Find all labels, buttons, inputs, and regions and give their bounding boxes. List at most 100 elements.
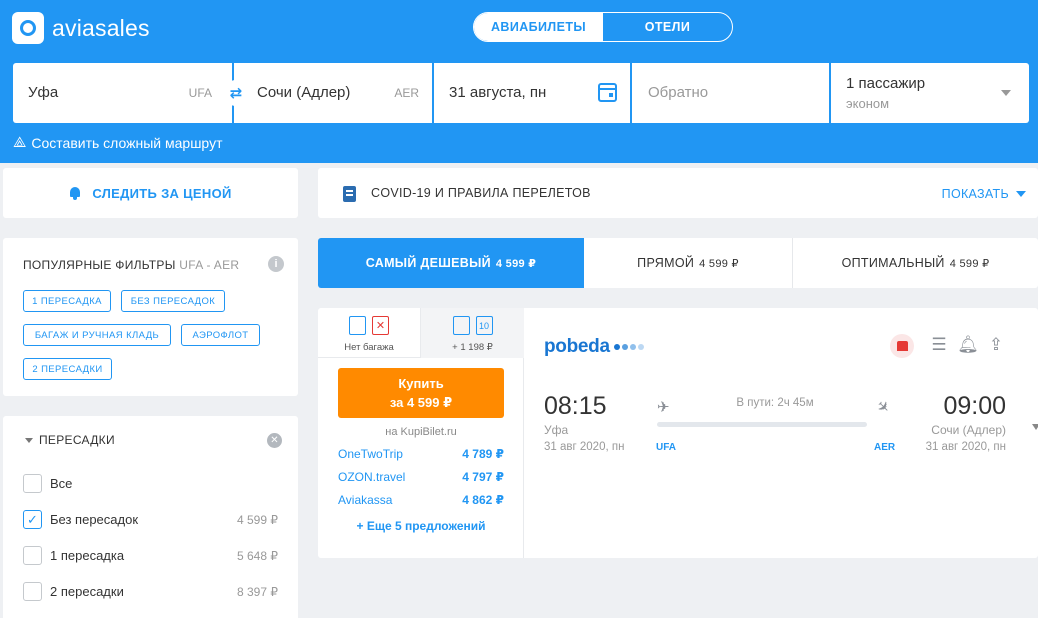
logo-text: aviasales [52, 14, 150, 41]
logo-icon [12, 12, 44, 44]
tab-label: САМЫЙ ДЕШЕВЫЙ [365, 256, 491, 270]
depart-date-field[interactable]: 31 августа, пн [434, 63, 632, 123]
chip-baggage[interactable]: БАГАЖ И РУЧНАЯ КЛАДЬ [23, 324, 171, 346]
passengers-count: 1 пассажир [846, 75, 926, 92]
chevron-down-icon [25, 437, 33, 443]
ticket-offers: ✕ Нет багажа 10 + 1 198 ₽ Купить за 4 59… [318, 308, 524, 558]
header: aviasales АВИАБИЛЕТЫ ОТЕЛИ Уфа UFA ⇄ Соч… [0, 0, 1038, 163]
landing-icon: ✈ [872, 396, 894, 418]
more-offers-link[interactable]: + Еще 5 предложений [318, 519, 524, 533]
baggage-option-10kg[interactable]: 10 + 1 198 ₽ [420, 308, 524, 358]
complex-route-label: Составить сложный маршрут [31, 134, 223, 151]
tab-cheapest[interactable]: САМЫЙ ДЕШЕВЫЙ 4 599 ₽ [318, 238, 584, 288]
tab-price: 4 599 ₽ [949, 257, 990, 270]
seller-label: на KupiBilet.ru [385, 426, 457, 438]
tab-price: 4 599 ₽ [699, 257, 739, 270]
arrival-date: 31 авг 2020, пн [925, 441, 1006, 453]
sort-tabs: САМЫЙ ДЕШЕВЫЙ 4 599 ₽ ПРЯМОЙ 4 599 ₽ ОПТ… [318, 238, 1038, 288]
calendar-icon[interactable] [598, 83, 617, 102]
arrival-time: 09:00 [943, 392, 1006, 420]
checkbox[interactable] [23, 474, 42, 493]
tab-direct[interactable]: ПРЯМОЙ 4 599 ₽ [584, 238, 792, 288]
hand-luggage-icon [452, 316, 470, 335]
depart-date: 31 августа, пн [449, 84, 547, 101]
takeoff-icon: ✈ [657, 399, 670, 416]
buy-button[interactable]: Купить за 4 599 ₽ [338, 368, 504, 418]
checkbox[interactable] [23, 582, 42, 601]
tab-optimal[interactable]: ОПТИМАЛЬНЫЙ 4 599 ₽ [792, 238, 1038, 288]
add-to-list-icon[interactable]: ☰ [929, 334, 949, 356]
chevron-down-icon[interactable] [1032, 424, 1038, 430]
chevron-down-icon [1001, 90, 1011, 96]
agency-price: 4 862 ₽ [462, 493, 504, 507]
popular-filters-route: UFA - AER [179, 258, 240, 272]
option-label: 2 пересадки [50, 584, 124, 599]
flight-details: pobeda ☰ 🔔︎ ⇪ 08:15 09:00 ✈ В пути: 2ч 4… [525, 308, 1038, 558]
destination-city: Сочи (Адлер) [257, 84, 351, 101]
destination-code: AER [394, 86, 419, 100]
departure-city: Уфа [544, 423, 569, 437]
checkbox[interactable] [23, 546, 42, 565]
option-price: 8 397 ₽ [237, 585, 278, 599]
chevron-down-icon [1016, 191, 1026, 197]
close-icon[interactable]: ✕ [267, 433, 282, 448]
option-label: 1 пересадка [50, 548, 125, 563]
return-placeholder: Обратно [648, 84, 709, 101]
price-alert-button[interactable]: СЛЕДИТЬ ЗА ЦЕНОЙ [3, 168, 298, 218]
agency-row[interactable]: OneTwoTrip 4 789 ₽ [338, 447, 504, 463]
arrival-code: AER [874, 442, 896, 453]
share-icon[interactable]: ⇪ [986, 334, 1006, 356]
popular-filters: ПОПУЛЯРНЫЕ ФИЛЬТРЫ UFA - AER i 1 ПЕРЕСАД… [3, 238, 298, 396]
baggage-price: + 1 198 ₽ [452, 342, 493, 353]
airline-logo: pobeda [544, 336, 644, 358]
ticket-card: ✕ Нет багажа 10 + 1 198 ₽ Купить за 4 59… [318, 308, 1038, 558]
no-baggage-icon: ✕ [372, 316, 389, 335]
covid-banner: COVID-19 И ПРАВИЛА ПЕРЕЛЕТОВ ПОКАЗАТЬ [318, 168, 1038, 218]
covid-show-button[interactable]: ПОКАЗАТЬ [942, 187, 1026, 201]
transfers-filter-title: ПЕРЕСАДКИ [39, 433, 115, 447]
seat-icon[interactable] [890, 334, 914, 358]
departure-time: 08:15 [544, 392, 607, 420]
bell-icon [69, 186, 81, 200]
agency-row[interactable]: Aviakassa 4 862 ₽ [338, 493, 504, 509]
transfer-option-one[interactable]: 1 пересадка 5 648 ₽ [23, 546, 283, 566]
option-price: 4 599 ₽ [237, 513, 278, 527]
price-alert-label: СЛЕДИТЬ ЗА ЦЕНОЙ [92, 185, 232, 201]
passengers-field[interactable]: 1 пассажир эконом [831, 63, 1029, 123]
transfer-option-direct[interactable]: ✓ Без пересадок 4 599 ₽ [23, 510, 283, 530]
search-form: Уфа UFA ⇄ Сочи (Адлер) AER 31 августа, п… [13, 63, 1029, 123]
buy-label: Купить [398, 376, 444, 391]
tab-label: ОПТИМАЛЬНЫЙ [841, 256, 945, 270]
chip-aeroflot[interactable]: АЭРОФЛОТ [181, 324, 260, 346]
route-icon: ⟁ [13, 134, 27, 151]
agency-price: 4 797 ₽ [462, 470, 504, 484]
baggage-option-none[interactable]: ✕ Нет багажа [318, 308, 420, 358]
bell-icon[interactable]: 🔔︎ [957, 334, 979, 356]
tab-hotels[interactable]: ОТЕЛИ [603, 13, 732, 41]
return-date-field[interactable]: Обратно [632, 63, 831, 123]
tab-flights[interactable]: АВИАБИЛЕТЫ [474, 13, 603, 41]
chip-one-transfer[interactable]: 1 ПЕРЕСАДКА [23, 290, 111, 312]
flight-duration: В пути: 2ч 45м [736, 397, 814, 409]
buy-price: за 4 599 ₽ [389, 395, 453, 410]
destination-field[interactable]: Сочи (Адлер) AER [234, 63, 434, 123]
chip-direct[interactable]: БЕЗ ПЕРЕСАДОК [121, 290, 225, 312]
transfer-option-two[interactable]: 2 пересадки 8 397 ₽ [23, 582, 283, 602]
departure-date: 31 авг 2020, пн [544, 441, 625, 453]
chip-two-transfers[interactable]: 2 ПЕРЕСАДКИ [23, 358, 112, 380]
popular-filters-title-text: ПОПУЛЯРНЫЕ ФИЛЬТРЫ [23, 258, 176, 272]
option-label: Все [50, 476, 73, 491]
complex-route-link[interactable]: ⟁ Составить сложный маршрут [13, 134, 222, 151]
swap-icon[interactable]: ⇄ [223, 80, 249, 106]
checkbox-checked[interactable]: ✓ [23, 510, 42, 529]
logo[interactable]: aviasales [12, 12, 150, 44]
origin-code: UFA [188, 86, 212, 100]
origin-field[interactable]: Уфа UFA [13, 63, 234, 123]
transfers-filter-header[interactable]: ПЕРЕСАДКИ [25, 433, 115, 447]
hand-luggage-icon [349, 316, 366, 335]
tab-price: 4 599 ₽ [495, 257, 537, 270]
agency-row[interactable]: OZON.travel 4 797 ₽ [338, 470, 504, 486]
info-icon[interactable]: i [268, 256, 284, 272]
transfer-option-all[interactable]: Все [23, 474, 283, 494]
document-icon [343, 186, 356, 202]
